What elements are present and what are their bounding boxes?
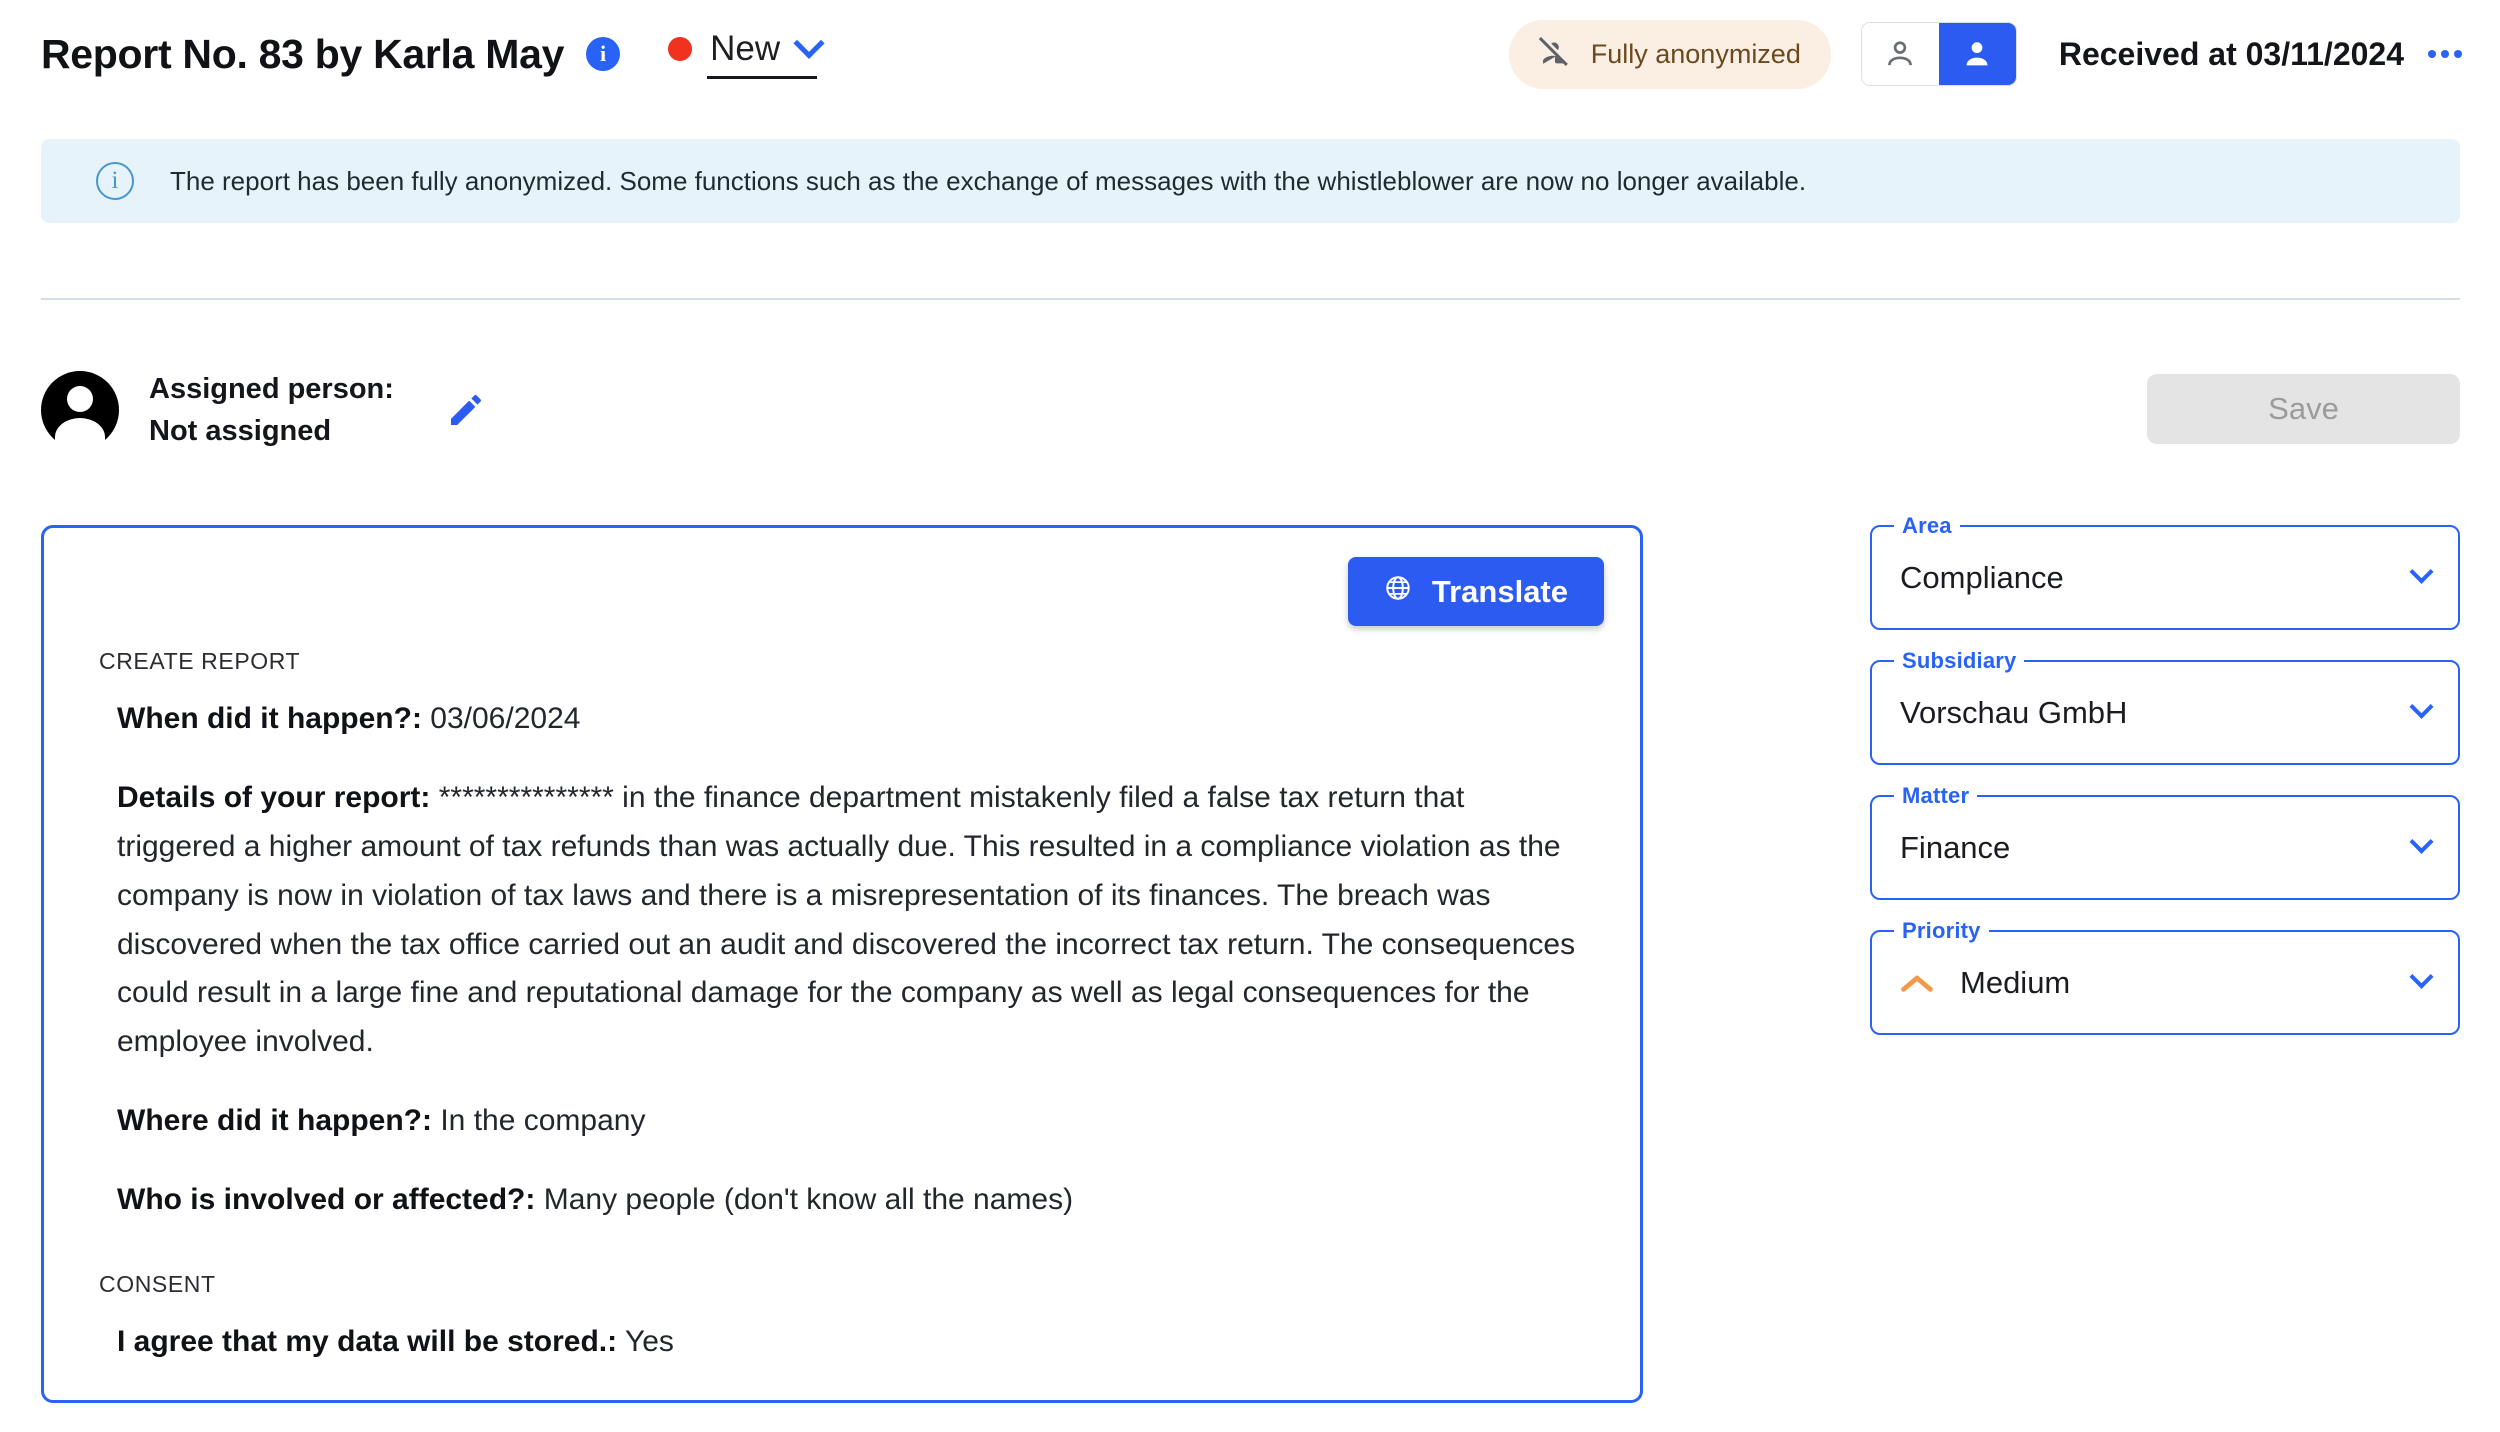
page-title: Report No. 83 by Karla May [41, 30, 565, 77]
qa-question: When did it happen?: [117, 702, 422, 735]
select-matter[interactable]: Matter Finance [1870, 783, 2460, 900]
globe-icon [1384, 574, 1412, 610]
priority-medium-chevron-up-icon [1900, 972, 1934, 994]
status-badge-label: Fully anonymized [1590, 38, 1801, 69]
select-priority-value: Medium [1960, 964, 2071, 1000]
select-priority-legend: Priority [1894, 918, 1989, 944]
toggle-anonymous-view[interactable] [1861, 23, 1939, 85]
select-subsidiary-legend: Subsidiary [1894, 648, 2025, 674]
anonymization-info-banner: i The report has been fully anonymized. … [41, 139, 2460, 223]
select-area[interactable]: Area Compliance [1870, 513, 2460, 630]
toggle-identified-view[interactable] [1938, 23, 2016, 85]
translate-button-label: Translate [1431, 573, 1568, 609]
status-underline [707, 76, 818, 79]
report-content-card: Translate CREATE REPORT When did it happ… [41, 525, 1643, 1403]
qa-answer: Yes [624, 1325, 674, 1359]
info-banner-text: The report has been fully anonymized. So… [170, 165, 1807, 196]
select-subsidiary[interactable]: Subsidiary Vorschau GmbH [1870, 648, 2460, 765]
person-outline-icon [1888, 41, 1913, 66]
select-matter-legend: Matter [1894, 783, 1978, 809]
qa-who-is-involved: Who is involved or affected?: Many peopl… [60, 1176, 1624, 1225]
select-area-value: Compliance [1900, 559, 2064, 595]
qa-answer: *************** in the finance departmen… [117, 780, 1576, 1059]
qa-answer: In the company [440, 1104, 646, 1138]
qa-answer: 03/06/2024 [430, 702, 581, 735]
assigned-person-value: Not assigned [149, 415, 332, 448]
chevron-down-icon [2409, 829, 2434, 854]
qa-answer: Many people (don't know all the names) [543, 1183, 1074, 1217]
qa-where-did-it-happen: Where did it happen?: In the company [60, 1097, 1624, 1146]
info-circle-icon: i [96, 162, 134, 200]
section-heading-create-report: CREATE REPORT [99, 648, 301, 674]
chevron-down-icon [2409, 964, 2434, 989]
header-actions: Fully anonymized Received at 03/11/2024 [1508, 19, 2462, 89]
chevron-down-icon [2409, 694, 2434, 719]
qa-consent-data-stored: I agree that my data will be stored.: Ye… [60, 1318, 1624, 1367]
select-matter-value: Finance [1900, 829, 2011, 865]
report-body: CREATE REPORT When did it happen?: 03/06… [60, 648, 1624, 1367]
qa-question: Who is involved or affected?: [117, 1183, 536, 1217]
assigned-person-label: Assigned person: [149, 373, 394, 405]
pencil-icon[interactable] [446, 390, 486, 430]
page-header: Report No. 83 by Karla May i New Fully a… [0, 0, 2500, 108]
select-priority[interactable]: Priority Medium [1870, 918, 2460, 1035]
select-subsidiary-value: Vorschau GmbH [1900, 694, 2128, 730]
qa-when-did-it-happen: When did it happen?: 03/06/2024 [60, 695, 1624, 744]
status-label: New [710, 29, 781, 68]
report-detail-page: Report No. 83 by Karla May i New Fully a… [0, 0, 2500, 1432]
info-icon[interactable]: i [586, 37, 621, 71]
avatar [41, 371, 119, 450]
assigned-person-row: Assigned person: Not assigned [41, 368, 486, 452]
assigned-person-text: Assigned person: Not assigned [149, 368, 394, 452]
qa-details-of-your-report: Details of your report: *************** … [60, 774, 1624, 1067]
status-dot-icon [668, 37, 693, 61]
qa-question: Where did it happen?: [117, 1104, 432, 1138]
select-area-legend: Area [1894, 513, 1960, 539]
person-filled-icon [1966, 42, 1988, 66]
status-dropdown[interactable]: New [668, 27, 825, 79]
chevron-down-icon [793, 27, 825, 59]
qa-question: Details of your report: [117, 780, 431, 814]
received-date: Received at 03/11/2024 [2058, 35, 2404, 72]
chevron-down-icon [2409, 559, 2434, 584]
section-divider [41, 298, 2460, 300]
more-horizontal-icon[interactable] [2428, 50, 2462, 58]
report-metadata-fields: Area Compliance Subsidiary Vorschau GmbH… [1870, 513, 2460, 1065]
translate-button[interactable]: Translate [1347, 557, 1604, 626]
title-block: Report No. 83 by Karla May i [41, 30, 621, 78]
section-heading-consent: CONSENT [99, 1271, 216, 1298]
save-button[interactable]: Save [2147, 374, 2460, 444]
view-toggle-group [1860, 22, 2017, 86]
status-badge-anonymized: Fully anonymized [1508, 19, 1831, 89]
person-off-icon [1535, 33, 1573, 76]
qa-question: I agree that my data will be stored.: [117, 1325, 618, 1359]
